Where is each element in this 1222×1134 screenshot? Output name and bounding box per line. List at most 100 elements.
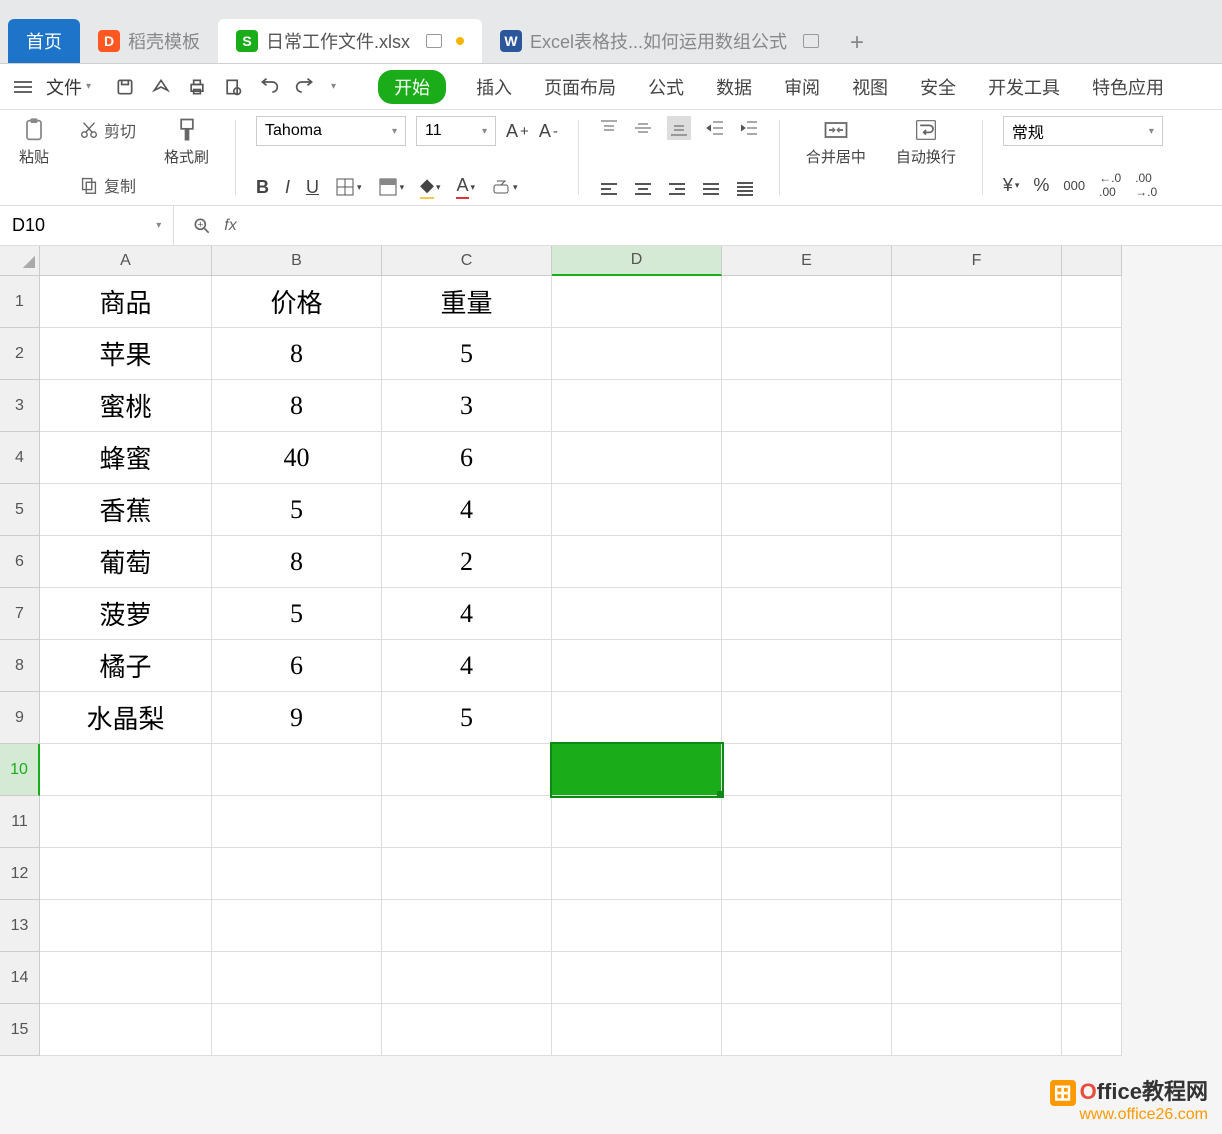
cell-B9[interactable]: 9 xyxy=(212,692,382,744)
thousands-button[interactable]: 000 xyxy=(1063,178,1085,193)
cell-F8[interactable] xyxy=(892,640,1062,692)
cell-G1[interactable] xyxy=(1062,276,1122,328)
cell-F2[interactable] xyxy=(892,328,1062,380)
cell-F9[interactable] xyxy=(892,692,1062,744)
cell-B7[interactable]: 5 xyxy=(212,588,382,640)
select-all-corner[interactable]: ◢ xyxy=(0,246,40,276)
cell-F5[interactable] xyxy=(892,484,1062,536)
row-header-1[interactable]: 1 xyxy=(0,276,40,328)
bold-button[interactable]: B xyxy=(256,177,269,198)
cell-G13[interactable] xyxy=(1062,900,1122,952)
col-header-A[interactable]: A xyxy=(40,246,212,276)
cell-B8[interactable]: 6 xyxy=(212,640,382,692)
row-header-5[interactable]: 5 xyxy=(0,484,40,536)
row-header-14[interactable]: 14 xyxy=(0,952,40,1004)
cell-A10[interactable] xyxy=(40,744,212,796)
cell-C12[interactable] xyxy=(382,848,552,900)
font-color-button[interactable]: A▾ xyxy=(456,175,475,199)
cell-style-button[interactable]: ▾ xyxy=(378,177,405,197)
cell-A9[interactable]: 水晶梨 xyxy=(40,692,212,744)
row-header-4[interactable]: 4 xyxy=(0,432,40,484)
cell-D3[interactable] xyxy=(552,380,722,432)
percent-button[interactable]: % xyxy=(1033,175,1049,196)
cell-D15[interactable] xyxy=(552,1004,722,1056)
cell-A2[interactable]: 苹果 xyxy=(40,328,212,380)
cell-D9[interactable] xyxy=(552,692,722,744)
print-preview-icon[interactable] xyxy=(223,77,243,97)
cell-C7[interactable]: 4 xyxy=(382,588,552,640)
row-header-8[interactable]: 8 xyxy=(0,640,40,692)
ribbon-special[interactable]: 特色应用 xyxy=(1090,70,1166,104)
clear-format-button[interactable]: ▾ xyxy=(491,177,518,197)
cell-E2[interactable] xyxy=(722,328,892,380)
cell-G15[interactable] xyxy=(1062,1004,1122,1056)
cell-D12[interactable] xyxy=(552,848,722,900)
cell-B5[interactable]: 5 xyxy=(212,484,382,536)
cell-E3[interactable] xyxy=(722,380,892,432)
cell-D4[interactable] xyxy=(552,432,722,484)
row-header-3[interactable]: 3 xyxy=(0,380,40,432)
col-header-B[interactable]: B xyxy=(212,246,382,276)
cell-B15[interactable] xyxy=(212,1004,382,1056)
copy-button[interactable]: 复制 xyxy=(74,171,140,199)
cell-G12[interactable] xyxy=(1062,848,1122,900)
col-header-G[interactable] xyxy=(1062,246,1122,276)
increase-indent-button[interactable] xyxy=(739,118,759,138)
row-header-13[interactable]: 13 xyxy=(0,900,40,952)
increase-font-button[interactable]: A+ xyxy=(506,121,529,142)
cell-D14[interactable] xyxy=(552,952,722,1004)
ribbon-data[interactable]: 数据 xyxy=(714,70,754,104)
cell-E15[interactable] xyxy=(722,1004,892,1056)
cell-E7[interactable] xyxy=(722,588,892,640)
row-header-9[interactable]: 9 xyxy=(0,692,40,744)
font-family-select[interactable]: Tahoma▾ xyxy=(256,116,406,146)
ribbon-view[interactable]: 视图 xyxy=(850,70,890,104)
cell-G11[interactable] xyxy=(1062,796,1122,848)
cell-C6[interactable]: 2 xyxy=(382,536,552,588)
cell-B4[interactable]: 40 xyxy=(212,432,382,484)
cell-G3[interactable] xyxy=(1062,380,1122,432)
format-painter-button[interactable]: 格式刷 xyxy=(158,116,215,167)
new-tab-button[interactable]: + xyxy=(837,23,877,63)
col-header-C[interactable]: C xyxy=(382,246,552,276)
col-header-F[interactable]: F xyxy=(892,246,1062,276)
tab-help-doc[interactable]: W Excel表格技...如何运用数组公式 xyxy=(482,19,837,63)
file-menu[interactable]: 文件 xyxy=(46,74,91,100)
decrease-font-button[interactable]: A- xyxy=(539,121,558,142)
align-bottom-button[interactable] xyxy=(667,116,691,140)
cell-D10[interactable] xyxy=(552,744,722,796)
cell-C9[interactable]: 5 xyxy=(382,692,552,744)
cell-A1[interactable]: 商品 xyxy=(40,276,212,328)
cell-B14[interactable] xyxy=(212,952,382,1004)
ribbon-start[interactable]: 开始 xyxy=(378,70,446,104)
cell-G6[interactable] xyxy=(1062,536,1122,588)
cell-G14[interactable] xyxy=(1062,952,1122,1004)
row-header-11[interactable]: 11 xyxy=(0,796,40,848)
align-left-button[interactable] xyxy=(599,179,619,199)
cell-E9[interactable] xyxy=(722,692,892,744)
cell-E5[interactable] xyxy=(722,484,892,536)
cell-F13[interactable] xyxy=(892,900,1062,952)
print-icon[interactable] xyxy=(187,77,207,97)
cell-G7[interactable] xyxy=(1062,588,1122,640)
ribbon-review[interactable]: 审阅 xyxy=(782,70,822,104)
cell-C2[interactable]: 5 xyxy=(382,328,552,380)
ribbon-formula[interactable]: 公式 xyxy=(646,70,686,104)
increase-decimal-button[interactable]: ←.0.00 xyxy=(1099,171,1121,199)
cell-E12[interactable] xyxy=(722,848,892,900)
cell-C8[interactable]: 4 xyxy=(382,640,552,692)
cell-F11[interactable] xyxy=(892,796,1062,848)
undo-icon[interactable] xyxy=(259,77,279,97)
save-icon[interactable] xyxy=(115,77,135,97)
display-mode-icon[interactable] xyxy=(803,34,819,48)
undo-dropdown-icon[interactable]: ▾ xyxy=(331,81,336,92)
align-top-button[interactable] xyxy=(599,118,619,138)
cell-G5[interactable] xyxy=(1062,484,1122,536)
tab-current-file[interactable]: S 日常工作文件.xlsx xyxy=(218,19,482,63)
cell-C3[interactable]: 3 xyxy=(382,380,552,432)
hamburger-icon[interactable] xyxy=(14,81,32,93)
display-mode-icon[interactable] xyxy=(426,34,442,48)
cell-A6[interactable]: 葡萄 xyxy=(40,536,212,588)
cell-B12[interactable] xyxy=(212,848,382,900)
cell-A14[interactable] xyxy=(40,952,212,1004)
